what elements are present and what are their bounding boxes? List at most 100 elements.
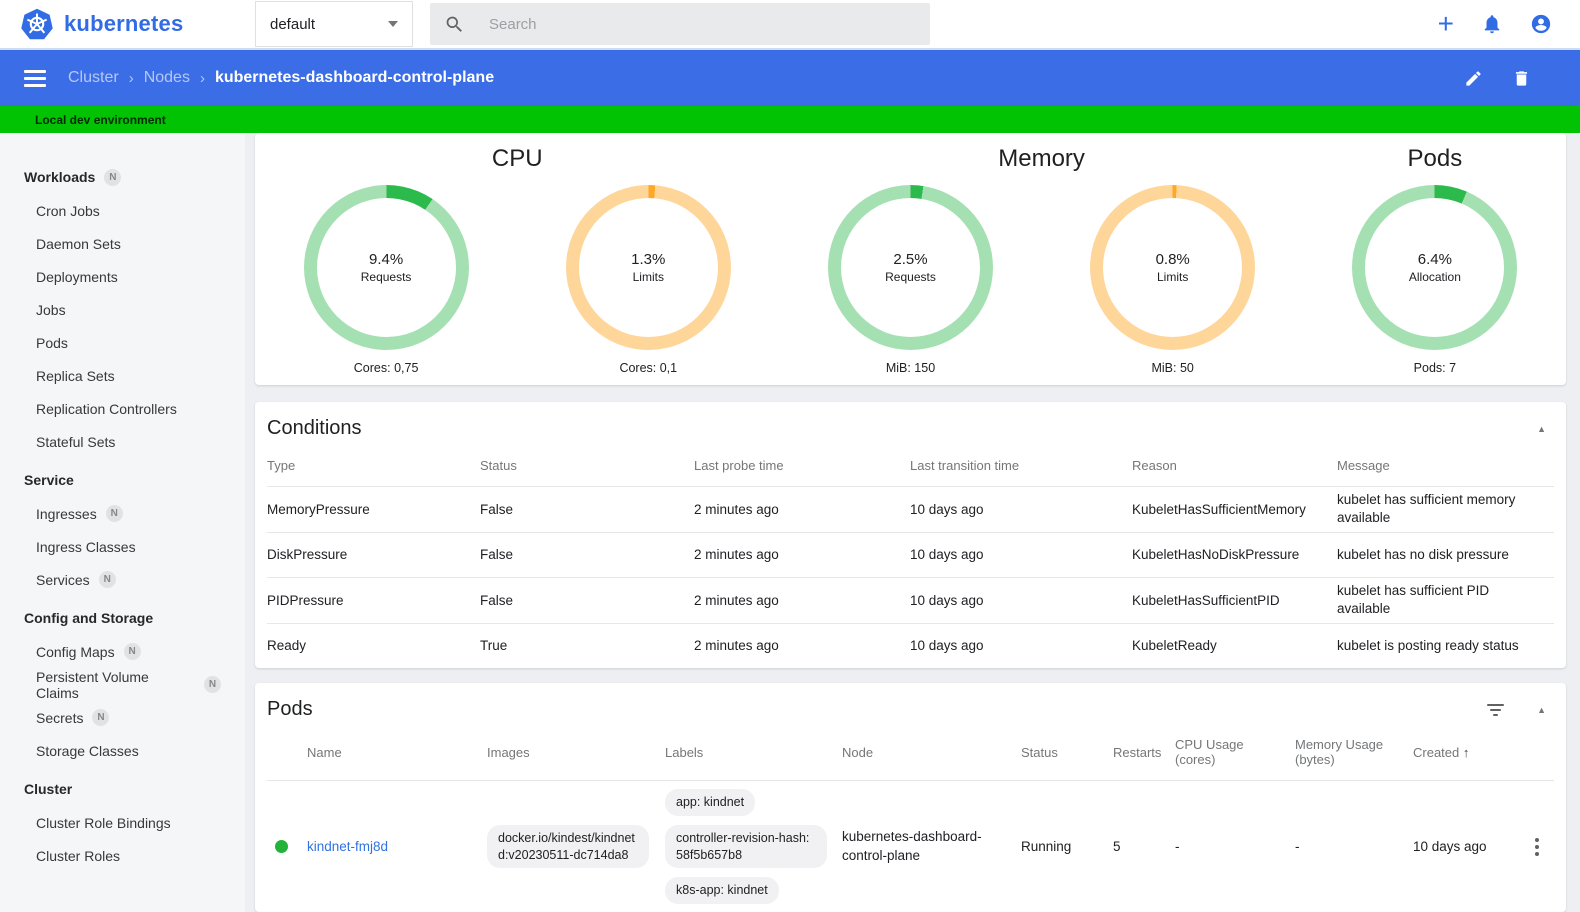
pod-created: 10 days ago	[1413, 839, 1487, 854]
condition-probe-time: 2 minutes ago	[694, 547, 779, 563]
memory-chart-group: Memory 2.5% Requests MiB: 150 0.8% Limit…	[779, 141, 1303, 385]
memory-title: Memory	[998, 145, 1085, 172]
table-row: PIDPressure False 2 minutes ago 10 days …	[267, 577, 1554, 623]
condition-transition-time: 10 days ago	[910, 592, 984, 608]
donut-label: Allocation	[1408, 270, 1461, 284]
donut-label: Requests	[885, 270, 936, 284]
pod-cpu-usage: -	[1175, 839, 1180, 854]
cpu-requests-donut-ring: 9.4% Requests	[303, 185, 469, 350]
sidebar-item-label: Jobs	[36, 301, 66, 318]
condition-probe-time: 2 minutes ago	[694, 638, 779, 654]
sidebar-item-persistent-volume-claims[interactable]: Persistent Volume Claims N	[0, 668, 245, 701]
column-header-last-transition-time: Last transition time	[910, 458, 1020, 473]
cpu-limits-donut: 1.3% Limits Cores: 0,1	[565, 185, 731, 385]
cpu-requests-donut: 9.4% Requests Cores: 0,75	[303, 185, 469, 385]
edit-pencil-icon[interactable]	[1464, 69, 1483, 88]
condition-message: kubelet has sufficient memory available	[1337, 492, 1516, 526]
column-header-statusdot	[267, 744, 307, 765]
pods-allocation-donut: 6.4% Allocation Pods: 7	[1352, 185, 1518, 385]
sidebar-item-ingresses[interactable]: Ingresses N	[0, 497, 245, 530]
column-header-restarts: Restarts	[1113, 744, 1162, 760]
breadcrumb-separator: ›	[199, 69, 205, 87]
cpu-chart-group: CPU 9.4% Requests Cores: 0,75 1.3% Limit…	[255, 141, 779, 385]
sidebar-item-secrets[interactable]: Secrets N	[0, 701, 245, 734]
namespace-select[interactable]: default	[255, 1, 413, 47]
breadcrumb-cluster[interactable]: Cluster	[68, 69, 119, 87]
collapse-up-icon[interactable]: ▲	[1533, 701, 1550, 719]
sidebar-item-cluster-roles[interactable]: Cluster Roles	[0, 839, 245, 872]
sidebar-item-daemon-sets[interactable]: Daemon Sets	[0, 227, 245, 260]
sidebar-header-service[interactable]: Service	[0, 463, 245, 497]
pod-status: Running	[1021, 839, 1072, 854]
sidebar-item-stateful-sets[interactable]: Stateful Sets	[0, 425, 245, 458]
sidebar-item-replication-controllers[interactable]: Replication Controllers	[0, 392, 245, 425]
condition-reason: KubeletReady	[1132, 638, 1217, 654]
condition-type: DiskPressure	[267, 547, 348, 563]
environment-banner: Local dev environment	[0, 106, 1580, 133]
sidebar-item-pods[interactable]: Pods	[0, 326, 245, 359]
hamburger-icon[interactable]	[24, 69, 46, 87]
sidebar-item-label: Cluster Roles	[36, 847, 121, 864]
content: Workloads N Cron Jobs Daemon Sets Deploy…	[0, 133, 1580, 912]
memory-requests-donut-ring: 2.5% Requests	[827, 185, 993, 350]
bell-icon[interactable]	[1481, 13, 1503, 35]
column-header-created[interactable]: Created ↑	[1413, 737, 1519, 773]
collapse-up-icon[interactable]: ▲	[1533, 420, 1550, 438]
sidebar-item-label: Ingress Classes	[36, 538, 136, 555]
sidebar-item-services[interactable]: Services N	[0, 563, 245, 596]
namespaced-badge: N	[123, 643, 141, 660]
namespace-value: default	[270, 15, 316, 33]
breadcrumb-separator: ›	[128, 69, 134, 87]
condition-reason: KubeletHasSufficientPID	[1132, 592, 1280, 608]
column-header-last-probe-time: Last probe time	[694, 458, 784, 473]
namespaced-badge: N	[98, 571, 116, 588]
cpu-limits-donut-ring: 1.3% Limits	[565, 185, 731, 350]
donut-percent: 1.3%	[631, 251, 666, 268]
pods-card-title: Pods	[267, 698, 313, 720]
label-chip: controller-revision-hash: 58f5b657b8	[665, 824, 827, 869]
sidebar-item-label: Cron Jobs	[36, 202, 100, 219]
column-header-memory-usage: Memory Usage (bytes)	[1295, 737, 1384, 767]
sidebar-item-label: Ingresses	[36, 505, 97, 522]
sidebar-item-deployments[interactable]: Deployments	[0, 260, 245, 293]
search-box[interactable]	[430, 3, 930, 45]
sidebar-header-cluster[interactable]: Cluster	[0, 772, 245, 806]
breadcrumb-nodes[interactable]: Nodes	[144, 69, 190, 87]
donut-caption: MiB: 50	[1151, 361, 1194, 375]
donut-caption: Pods: 7	[1413, 361, 1457, 375]
sidebar-item-cluster-role-bindings[interactable]: Cluster Role Bindings	[0, 806, 245, 839]
status-dot-icon	[275, 840, 288, 853]
search-input[interactable]	[489, 15, 869, 33]
table-row: MemoryPressure False 2 minutes ago 10 da…	[267, 486, 1554, 532]
sidebar-header-label: Service	[24, 472, 74, 488]
condition-probe-time: 2 minutes ago	[694, 592, 779, 608]
cpu-title: CPU	[491, 145, 543, 172]
dropdown-caret-icon	[388, 21, 398, 27]
create-plus-icon[interactable]: +	[1438, 10, 1454, 38]
column-header-node: Node	[842, 744, 874, 760]
sidebar-item-ingress-classes[interactable]: Ingress Classes	[0, 530, 245, 563]
namespaced-badge: N	[92, 709, 110, 726]
image-chip: docker.io/kindest/kindnetd:v20230511-dc7…	[487, 824, 649, 869]
sidebar-item-label: Secrets	[36, 709, 84, 726]
sidebar-item-workloads[interactable]: Workloads N	[0, 160, 245, 194]
sidebar-item-label: Config Maps	[36, 643, 115, 660]
sidebar-item-label: Storage Classes	[36, 742, 139, 759]
sidebar-item-replica-sets[interactable]: Replica Sets	[0, 359, 245, 392]
pod-name-link[interactable]: kindnet-fmj8d	[307, 839, 388, 854]
sidebar-header-config-and-storage[interactable]: Config and Storage	[0, 601, 245, 635]
sidebar-item-cron-jobs[interactable]: Cron Jobs	[0, 194, 245, 227]
kubernetes-logo[interactable]: kubernetes	[20, 7, 255, 41]
sidebar-item-config-maps[interactable]: Config Maps N	[0, 635, 245, 668]
namespaced-badge: N	[104, 168, 122, 186]
pods-card: Pods ▲ Name Images Labels Node Status Re…	[255, 683, 1566, 912]
conditions-card-title: Conditions	[267, 417, 362, 439]
condition-transition-time: 10 days ago	[910, 501, 984, 517]
sidebar-item-storage-classes[interactable]: Storage Classes	[0, 734, 245, 767]
kebab-menu-icon[interactable]	[1519, 835, 1554, 859]
filter-icon[interactable]	[1484, 701, 1507, 719]
delete-trash-icon[interactable]	[1512, 69, 1531, 88]
created-label: Created	[1413, 744, 1460, 760]
account-icon[interactable]	[1530, 13, 1552, 35]
sidebar-item-jobs[interactable]: Jobs	[0, 293, 245, 326]
